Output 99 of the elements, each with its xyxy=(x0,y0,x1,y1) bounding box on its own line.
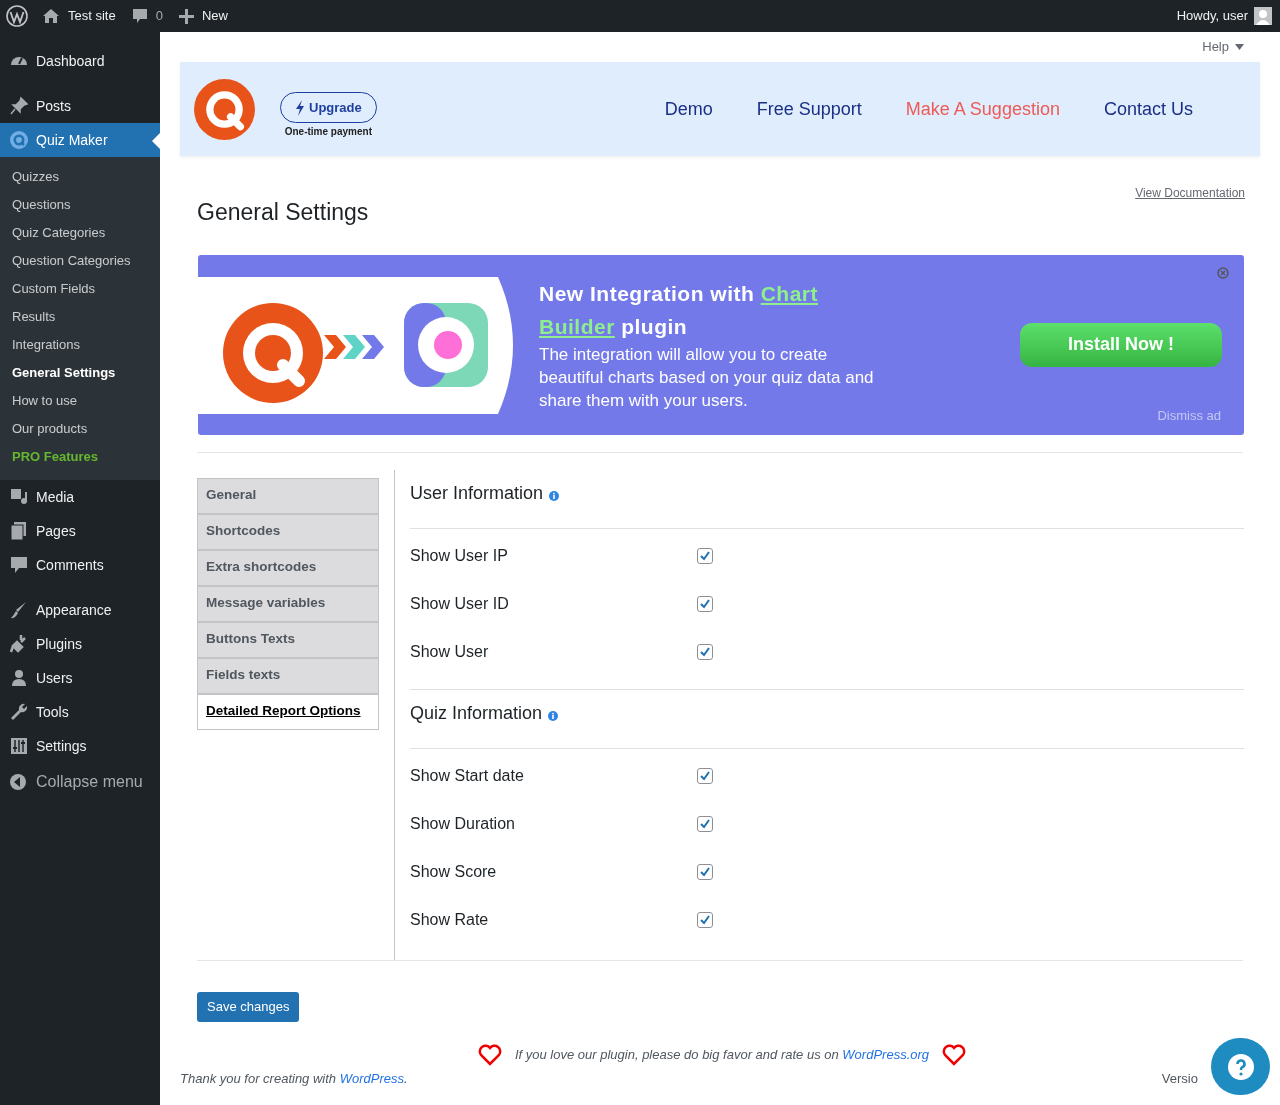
checkbox[interactable] xyxy=(697,863,713,880)
rating-request: If you love our plugin, please do big favor and rate us on WordPress.org xyxy=(514,1045,930,1064)
payment-note: One-time payment xyxy=(284,125,372,139)
check-icon xyxy=(699,645,711,658)
nav-link[interactable]: Contact Us xyxy=(1103,95,1193,123)
settings-tab[interactable]: Extra shortcodes xyxy=(197,549,379,586)
help-tab[interactable]: Help xyxy=(1202,37,1244,57)
caret-icon xyxy=(1235,44,1244,50)
submenu-item[interactable]: PRO Features xyxy=(0,443,160,471)
wordpress-link[interactable]: WordPress xyxy=(339,1070,404,1086)
submenu-item[interactable]: Quiz Categories xyxy=(0,219,160,247)
sidebar-item[interactable]: Posts xyxy=(0,89,160,123)
sidebar-item[interactable]: Quiz Maker xyxy=(0,123,160,157)
sidebar-item[interactable]: Plugins xyxy=(0,627,160,661)
comment-icon xyxy=(9,555,29,575)
submenu-item[interactable]: How to use xyxy=(0,387,160,415)
submenu-item[interactable]: Questions xyxy=(0,191,160,219)
quiz-logo-icon xyxy=(194,78,255,140)
heart-icon xyxy=(476,1042,503,1067)
sidebar-item[interactable]: Pages xyxy=(0,514,160,548)
quiz-logo-icon xyxy=(9,130,29,150)
home-icon xyxy=(42,8,60,24)
settings-tab[interactable]: Detailed Report Options xyxy=(197,693,379,730)
plug-icon xyxy=(9,634,29,654)
current-page-indicator xyxy=(152,133,160,149)
heart-icon xyxy=(941,1042,968,1067)
submenu-item[interactable]: Quizzes xyxy=(0,163,160,191)
wordpress-logo-icon xyxy=(6,5,28,27)
info-icon xyxy=(549,490,560,501)
close-icon xyxy=(1217,266,1229,279)
sidebar-item[interactable]: Settings xyxy=(0,729,160,763)
sliders-icon xyxy=(9,736,29,756)
checkbox[interactable] xyxy=(697,911,713,928)
option-label: Show Score xyxy=(410,861,498,882)
sidebar-item[interactable]: Dashboard xyxy=(0,44,160,78)
check-icon xyxy=(699,769,711,782)
sidebar-item[interactable]: Comments xyxy=(0,548,160,582)
checkbox[interactable] xyxy=(697,547,713,564)
option-label: Show Rate xyxy=(410,909,490,930)
lightning-icon xyxy=(295,99,305,116)
check-icon xyxy=(699,549,711,562)
brush-icon xyxy=(9,600,29,620)
ad-description: The integration will allow you to create beautiful charts based on your quiz data and share them with your users. xyxy=(539,344,875,412)
nav-link[interactable]: Demo xyxy=(664,95,713,123)
sidebar-item[interactable]: Users xyxy=(0,661,160,695)
settings-tab[interactable]: Fields texts xyxy=(197,657,379,694)
version-text: Versio xyxy=(1161,1069,1198,1088)
option-label: Show User ID xyxy=(410,593,510,614)
option-label: Show User xyxy=(410,641,490,662)
pages-icon xyxy=(9,521,29,541)
account-link[interactable]: Howdy, user xyxy=(1176,6,1248,26)
option-label: Show Duration xyxy=(410,813,516,834)
check-icon xyxy=(699,913,711,926)
avatar-icon xyxy=(1254,7,1272,25)
page-title: General Settings xyxy=(197,198,369,227)
question-icon xyxy=(1227,1053,1254,1080)
info-icon xyxy=(548,710,559,721)
documentation-link[interactable]: View Documentation xyxy=(1135,184,1245,202)
checkbox[interactable] xyxy=(697,767,713,784)
section-title: Quiz Information xyxy=(410,702,543,725)
submenu-item[interactable]: Results xyxy=(0,303,160,331)
site-link[interactable]: Test site xyxy=(68,6,116,26)
sidebar-item[interactable]: Tools xyxy=(0,695,160,729)
sidebar-item[interactable]: Appearance xyxy=(0,593,160,627)
footer-text: Thank you for creating with WordPress. xyxy=(180,1069,408,1088)
option-label: Show Start date xyxy=(410,765,525,786)
submenu-item[interactable]: General Settings xyxy=(0,359,160,387)
settings-tab[interactable]: General xyxy=(197,477,379,514)
sidebar-item[interactable]: Media xyxy=(0,480,160,514)
collapse-menu-button[interactable]: Collapse menu xyxy=(36,770,143,794)
check-icon xyxy=(699,597,711,610)
settings-tab[interactable]: Shortcodes xyxy=(197,513,379,550)
ad-title: New Integration with Chart Builder plugin xyxy=(539,281,819,340)
submenu-item[interactable]: Question Categories xyxy=(0,247,160,275)
new-link[interactable]: New xyxy=(201,6,228,26)
checkbox[interactable] xyxy=(697,815,713,832)
user-icon xyxy=(9,668,29,688)
check-icon xyxy=(699,817,711,830)
pushpin-icon xyxy=(9,96,29,116)
submenu-item[interactable]: Our products xyxy=(0,415,160,443)
checkbox[interactable] xyxy=(697,643,713,660)
comment-count[interactable]: 0 xyxy=(155,6,163,26)
wrench-icon xyxy=(9,702,29,722)
settings-tab[interactable]: Buttons Texts xyxy=(197,621,379,658)
collapse-icon xyxy=(9,773,27,791)
help-bubble-button[interactable] xyxy=(1211,1038,1270,1095)
check-icon xyxy=(699,865,711,878)
section-title: User Information xyxy=(410,482,544,505)
wordpress-org-link[interactable]: WordPress.org xyxy=(842,1046,930,1062)
media-icon xyxy=(9,487,29,507)
checkbox[interactable] xyxy=(697,595,713,612)
settings-tab[interactable]: Message variables xyxy=(197,585,379,622)
plus-icon xyxy=(178,8,194,24)
submenu-item[interactable]: Integrations xyxy=(0,331,160,359)
submenu-item[interactable]: Custom Fields xyxy=(0,275,160,303)
nav-link[interactable]: Free Support xyxy=(756,95,862,123)
save-changes-button[interactable]: Save changes xyxy=(197,991,300,1022)
option-label: Show User IP xyxy=(410,545,509,566)
comment-icon xyxy=(131,8,148,24)
